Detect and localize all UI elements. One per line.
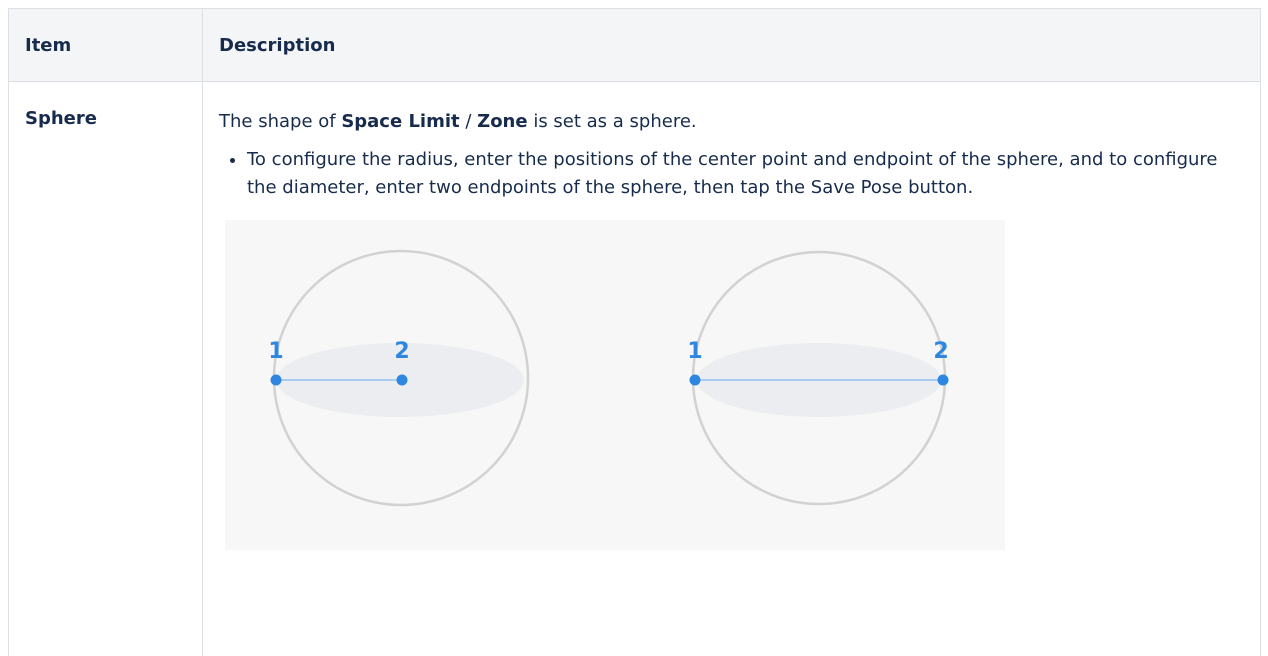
point-2-label: 2 bbox=[933, 339, 948, 364]
sphere-radius-diagram: 1 2 bbox=[268, 251, 528, 505]
table-header-row: Item Description bbox=[9, 9, 1261, 82]
point-2 bbox=[397, 375, 408, 386]
header-description: Description bbox=[203, 9, 1261, 82]
point-1 bbox=[690, 375, 701, 386]
list-item: To configure the radius, enter the posit… bbox=[247, 146, 1244, 202]
point-2-label: 2 bbox=[394, 339, 409, 364]
description-bullets: To configure the radius, enter the posit… bbox=[219, 146, 1244, 202]
space-limit-term: Space Limit bbox=[341, 111, 459, 132]
point-2 bbox=[938, 375, 949, 386]
table-row: Sphere The shape of Space Limit / Zone i… bbox=[9, 82, 1261, 656]
sphere-figure: 1 2 1 2 bbox=[225, 220, 1005, 550]
item-description-table: Item Description Sphere The shape of Spa… bbox=[8, 8, 1261, 656]
header-item: Item bbox=[9, 9, 203, 82]
item-name: Sphere bbox=[9, 82, 203, 656]
item-description: The shape of Space Limit / Zone is set a… bbox=[203, 82, 1261, 656]
point-1-label: 1 bbox=[268, 339, 283, 364]
description-intro: The shape of Space Limit / Zone is set a… bbox=[219, 108, 1244, 136]
sphere-diameter-diagram: 1 2 bbox=[687, 252, 948, 504]
point-1-label: 1 bbox=[687, 339, 702, 364]
point-1 bbox=[271, 375, 282, 386]
zone-term: Zone bbox=[477, 111, 527, 132]
sphere-diagrams: 1 2 1 2 bbox=[225, 220, 1005, 550]
